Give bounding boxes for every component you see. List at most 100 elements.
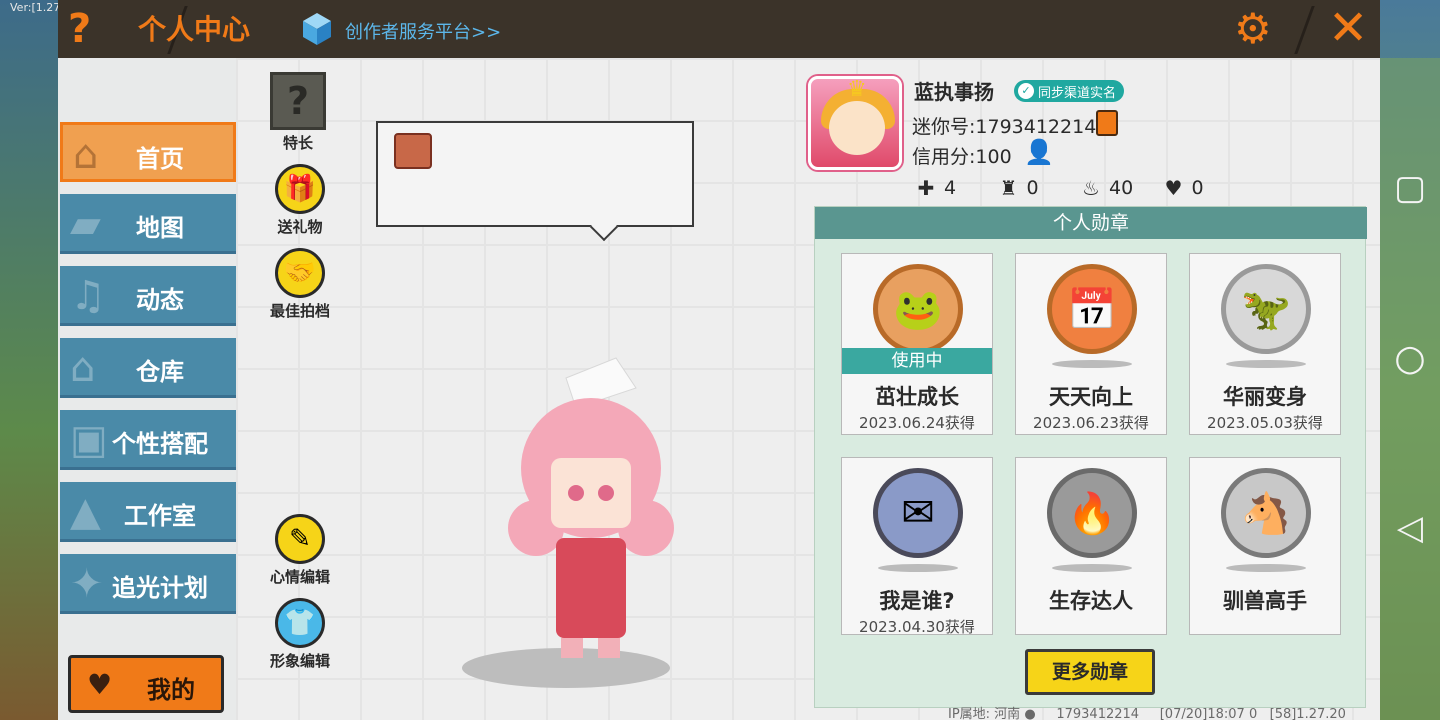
- copy-icon[interactable]: [1096, 110, 1118, 136]
- mine-button[interactable]: ♥ 我的: [68, 655, 224, 713]
- medal-shadow: [1052, 360, 1132, 368]
- cube-icon: [303, 13, 331, 45]
- talent-label: 特长: [282, 134, 313, 152]
- stat-likes[interactable]: ♥ 0: [1162, 176, 1245, 200]
- medal-header: 个人勋章: [815, 207, 1367, 239]
- medal-icon: 🐴: [1221, 468, 1311, 558]
- medal-name: 茁壮成长: [875, 385, 959, 409]
- sidebar-item-map[interactable]: ▰ 地图: [60, 194, 236, 254]
- credit-score: 信用分:100: [912, 146, 1012, 168]
- medal-date: 2023.05.03获得: [1207, 414, 1323, 432]
- footer-uid: 1793412214: [1056, 707, 1140, 720]
- gear-icon[interactable]: ⚙: [1234, 4, 1272, 54]
- add-friend-icon: ✚: [917, 176, 935, 200]
- mood-edit-label: 心情编辑: [269, 568, 330, 586]
- sidebar-item-warehouse[interactable]: ⌂ 仓库: [60, 338, 236, 398]
- stats-row: ✚ 4 ♜ 0 ♨ 40 ♥ 0: [914, 176, 1244, 200]
- creator-platform-link[interactable]: 创作者服务平台>>: [345, 18, 501, 44]
- sidebar-item-label: 地图: [136, 214, 184, 242]
- medal-icon: 🦖: [1221, 264, 1311, 354]
- stat-value: 0: [1191, 177, 1204, 199]
- mine-label: 我的: [147, 676, 195, 704]
- medal-date: 2023.06.23获得: [1033, 414, 1149, 432]
- avatar-face: [829, 101, 885, 155]
- back-icon[interactable]: ◁: [1380, 508, 1440, 548]
- gift-icon: 🎁: [275, 164, 325, 214]
- fire-icon: ♨: [1082, 176, 1100, 200]
- home-icon[interactable]: ○: [1380, 338, 1440, 379]
- appearance-edit-button[interactable]: 👕 形象编辑: [260, 598, 340, 671]
- medal-panel: 个人勋章 🐸 使用中 茁壮成长 2023.06.24获得 📅 天天向上 2023…: [814, 206, 1367, 708]
- verify-badge[interactable]: ✓ 同步渠道实名: [1014, 80, 1125, 102]
- medal-icon: 🐸: [873, 264, 963, 354]
- android-nav-bar: ▢ ○ ◁: [1380, 58, 1440, 720]
- in-use-badge: 使用中: [842, 348, 992, 374]
- medal-date: 2023.06.24获得: [859, 414, 975, 432]
- stat-popularity[interactable]: ♨ 40: [1079, 176, 1162, 200]
- close-icon[interactable]: ✕: [1328, 0, 1368, 56]
- medal-card[interactable]: 🔥 生存达人: [1015, 457, 1167, 635]
- medal-card[interactable]: ✉ 我是谁? 2023.04.30获得: [841, 457, 993, 636]
- heart-icon: ♥: [1164, 176, 1183, 200]
- credit-icon[interactable]: 👤: [1024, 138, 1054, 166]
- medal-card[interactable]: 🦖 华丽变身 2023.05.03获得: [1189, 253, 1341, 435]
- sidebar-item-label: 追光计划: [112, 574, 208, 602]
- game-background-left: [0, 0, 60, 720]
- footer-time: [07/20]18:07 0: [1159, 707, 1258, 720]
- stat-fans[interactable]: ♜ 0: [997, 176, 1080, 200]
- sidebar-item-label: 动态: [136, 286, 184, 314]
- username: 蓝执事扬: [914, 80, 994, 104]
- avatar[interactable]: ♛: [808, 76, 902, 170]
- sidebar-item-studio[interactable]: ▲ 工作室: [60, 482, 236, 542]
- medal-name: 华丽变身: [1223, 385, 1307, 409]
- sidebar-item-light-plan[interactable]: ✦ 追光计划: [60, 554, 236, 614]
- avatar-area[interactable]: [436, 318, 736, 718]
- sidebar: ⌂ 首页 ▰ 地图 ♫ 动态 ⌂ 仓库 ▣ 个性搭配 ▲ 工作室 ✦ 追光计划 …: [58, 58, 236, 720]
- stat-value: 0: [1026, 177, 1039, 199]
- stat-friends[interactable]: ✚ 4: [914, 176, 997, 200]
- verify-label: 同步渠道实名: [1038, 85, 1117, 101]
- medal-shadow: [1226, 360, 1306, 368]
- medal-card[interactable]: 📅 天天向上 2023.06.23获得: [1015, 253, 1167, 435]
- talent-button[interactable]: ? 特长: [258, 72, 338, 153]
- ip-location: IP属地: 河南: [948, 707, 1021, 720]
- edit-icon: ✎: [275, 514, 325, 564]
- handshake-icon: 🤝: [275, 248, 325, 298]
- footer-build: [58]1.27.20: [1269, 707, 1346, 720]
- partner-button[interactable]: 🤝 最佳拍档: [260, 248, 340, 321]
- sidebar-item-label: 工作室: [124, 502, 196, 530]
- question-icon: ?: [270, 72, 326, 130]
- medal-card[interactable]: 🐸 使用中 茁壮成长 2023.06.24获得: [841, 253, 993, 435]
- main-panel: ? 特长 🎁 送礼物 🤝 最佳拍档 ✎ 心情编辑 👕 形象编辑 ♛ 蓝执事扬 ✓…: [236, 58, 1380, 720]
- fans-icon: ♜: [999, 176, 1018, 200]
- title-divider: [1294, 6, 1315, 54]
- medal-name: 天天向上: [1049, 385, 1133, 409]
- gift-button[interactable]: 🎁 送礼物: [260, 164, 340, 237]
- stat-value: 40: [1109, 177, 1134, 199]
- medal-icon: 📅: [1047, 264, 1137, 354]
- medal-name: 驯兽高手: [1223, 589, 1307, 613]
- avatar-character: [508, 357, 674, 658]
- sidebar-item-label: 仓库: [136, 358, 184, 386]
- more-medals-button[interactable]: 更多勋章: [1025, 649, 1155, 695]
- medal-icon: ✉: [873, 468, 963, 558]
- mood-edit-button[interactable]: ✎ 心情编辑: [260, 514, 340, 587]
- sidebar-item-feed[interactable]: ♫ 动态: [60, 266, 236, 326]
- partner-label: 最佳拍档: [269, 302, 330, 320]
- sidebar-item-home[interactable]: ⌂ 首页: [60, 122, 236, 182]
- heart-icon: ♥: [87, 668, 113, 701]
- help-icon[interactable]: ?: [68, 6, 91, 52]
- sidebar-item-outfit[interactable]: ▣ 个性搭配: [60, 410, 236, 470]
- sidebar-item-label: 首页: [136, 145, 184, 173]
- medal-card[interactable]: 🐴 驯兽高手: [1189, 457, 1341, 635]
- medal-name: 我是谁?: [879, 589, 955, 613]
- info-icon: ●: [1024, 707, 1036, 720]
- medal-name: 生存达人: [1049, 589, 1133, 613]
- recent-apps-icon[interactable]: ▢: [1380, 168, 1440, 208]
- outfit-edit-icon: 👕: [275, 598, 325, 648]
- medal-shadow: [1052, 564, 1132, 572]
- mood-bubble[interactable]: [376, 121, 694, 242]
- stat-value: 4: [944, 177, 957, 199]
- medal-shadow: [1226, 564, 1306, 572]
- page-title: 个人中心: [138, 13, 251, 46]
